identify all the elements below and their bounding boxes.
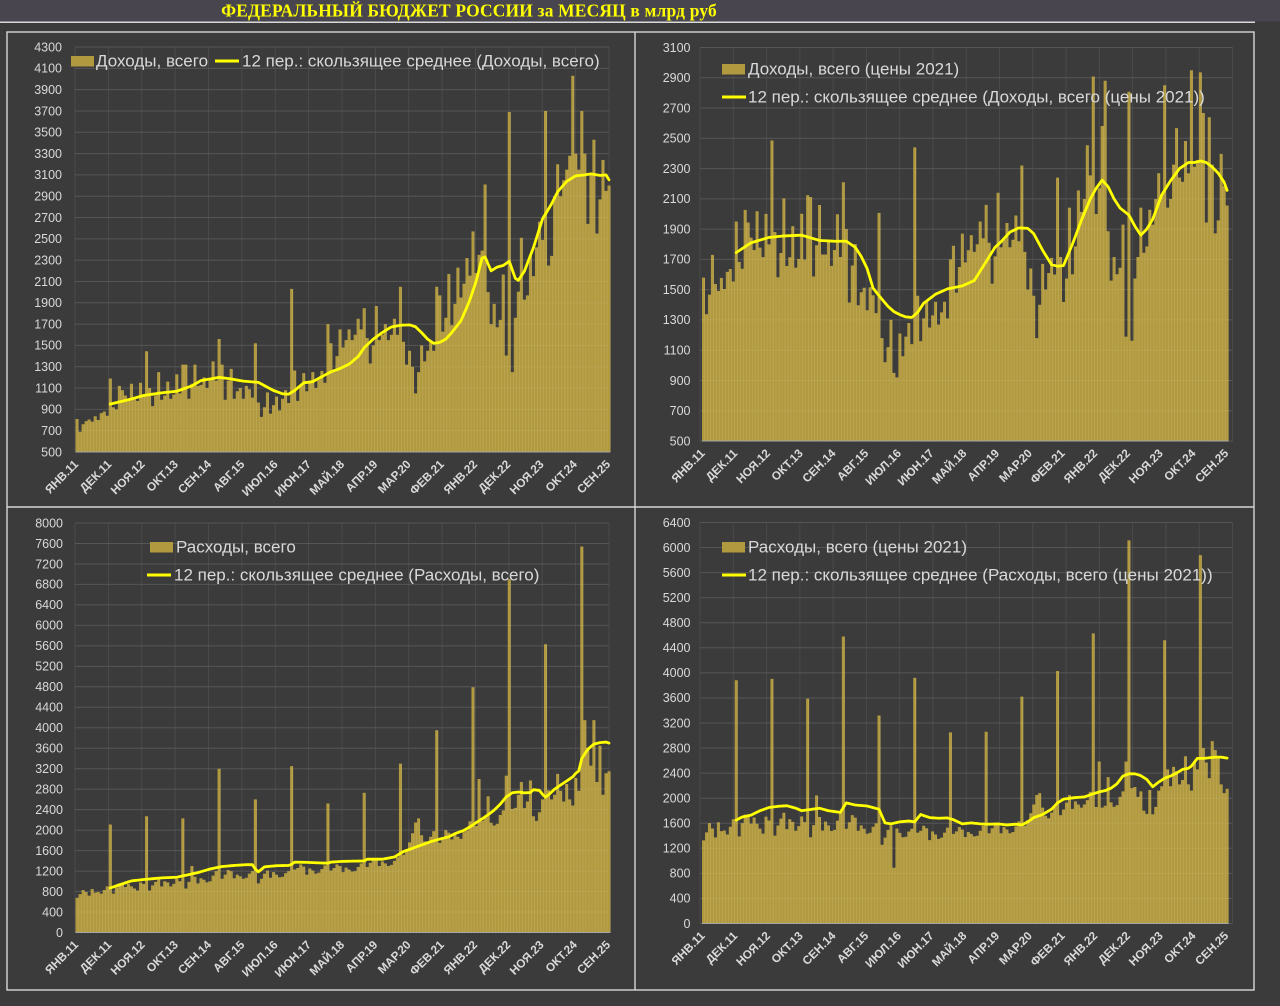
- svg-text:1600: 1600: [663, 817, 691, 831]
- svg-text:5600: 5600: [663, 566, 691, 580]
- svg-text:2900: 2900: [663, 71, 691, 85]
- svg-text:2400: 2400: [35, 803, 63, 817]
- svg-text:1200: 1200: [663, 842, 691, 856]
- svg-text:2700: 2700: [663, 101, 691, 115]
- svg-text:1700: 1700: [34, 317, 62, 331]
- svg-text:2300: 2300: [34, 253, 62, 267]
- svg-text:3200: 3200: [35, 762, 63, 776]
- svg-text:0: 0: [684, 917, 691, 931]
- svg-text:ФЕДЕРАЛЬНЫЙ БЮДЖЕТ РОССИИ за М: ФЕДЕРАЛЬНЫЙ БЮДЖЕТ РОССИИ за МЕСЯЦ в млр…: [221, 1, 717, 21]
- svg-text:6000: 6000: [663, 541, 691, 555]
- svg-text:4400: 4400: [35, 701, 63, 715]
- svg-text:2500: 2500: [34, 232, 62, 246]
- svg-text:3500: 3500: [34, 126, 62, 140]
- svg-text:1300: 1300: [34, 360, 62, 374]
- svg-text:700: 700: [41, 424, 62, 438]
- svg-text:Расходы, всего (цены 2021): Расходы, всего (цены 2021): [748, 538, 967, 557]
- svg-text:4800: 4800: [663, 616, 691, 630]
- svg-text:4100: 4100: [34, 62, 62, 76]
- svg-text:3100: 3100: [34, 168, 62, 182]
- svg-text:5200: 5200: [663, 591, 691, 605]
- svg-text:700: 700: [670, 404, 691, 418]
- svg-text:3600: 3600: [35, 742, 63, 756]
- svg-text:900: 900: [41, 403, 62, 417]
- svg-text:3100: 3100: [663, 41, 691, 55]
- svg-text:2800: 2800: [663, 741, 691, 755]
- svg-text:Доходы, всего (цены 2021): Доходы, всего (цены 2021): [748, 60, 959, 79]
- svg-text:2900: 2900: [34, 190, 62, 204]
- svg-text:2400: 2400: [663, 766, 691, 780]
- svg-text:4000: 4000: [35, 721, 63, 735]
- svg-text:500: 500: [41, 445, 62, 459]
- svg-text:800: 800: [42, 885, 63, 899]
- svg-text:6400: 6400: [663, 516, 691, 530]
- svg-text:1500: 1500: [34, 339, 62, 353]
- svg-text:4000: 4000: [663, 666, 691, 680]
- svg-text:3600: 3600: [663, 691, 691, 705]
- svg-text:4400: 4400: [663, 641, 691, 655]
- svg-text:2100: 2100: [34, 275, 62, 289]
- svg-text:2800: 2800: [35, 782, 63, 796]
- svg-text:900: 900: [670, 374, 691, 388]
- svg-text:1900: 1900: [34, 296, 62, 310]
- svg-text:7600: 7600: [35, 537, 63, 551]
- svg-text:1600: 1600: [35, 844, 63, 858]
- svg-text:3900: 3900: [34, 83, 62, 97]
- svg-text:1500: 1500: [663, 283, 691, 297]
- svg-text:3300: 3300: [34, 147, 62, 161]
- svg-text:1100: 1100: [35, 381, 62, 395]
- svg-text:Доходы, всего: Доходы, всего: [96, 52, 208, 71]
- svg-text:2700: 2700: [34, 211, 62, 225]
- svg-text:1900: 1900: [663, 222, 691, 236]
- svg-text:2000: 2000: [663, 791, 691, 805]
- svg-text:0: 0: [56, 926, 63, 940]
- svg-text:4800: 4800: [35, 680, 63, 694]
- svg-text:6400: 6400: [35, 598, 63, 612]
- svg-text:400: 400: [670, 892, 691, 906]
- svg-text:Расходы, всего: Расходы, всего: [176, 538, 296, 557]
- svg-text:500: 500: [670, 434, 691, 448]
- svg-text:2000: 2000: [35, 823, 63, 837]
- svg-text:5200: 5200: [35, 660, 63, 674]
- svg-text:5600: 5600: [35, 639, 63, 653]
- svg-text:400: 400: [42, 905, 63, 919]
- svg-text:2500: 2500: [663, 132, 691, 146]
- svg-text:7200: 7200: [35, 557, 63, 571]
- svg-text:1700: 1700: [663, 253, 691, 267]
- svg-text:6000: 6000: [35, 619, 63, 633]
- svg-text:800: 800: [670, 867, 691, 881]
- svg-text:12 пер.: скользящее среднее (Д: 12 пер.: скользящее среднее (Доходы, все…: [748, 88, 1205, 107]
- svg-text:3200: 3200: [663, 716, 691, 730]
- svg-text:2100: 2100: [663, 192, 691, 206]
- svg-text:12 пер.: скользящее среднее (Р: 12 пер.: скользящее среднее (Расходы, вс…: [748, 566, 1213, 585]
- svg-text:12 пер.: скользящее среднее (Р: 12 пер.: скользящее среднее (Расходы, вс…: [174, 566, 539, 585]
- svg-text:4300: 4300: [34, 40, 62, 54]
- svg-text:1100: 1100: [664, 343, 691, 357]
- svg-text:2300: 2300: [663, 162, 691, 176]
- svg-text:8000: 8000: [35, 516, 63, 530]
- svg-text:6800: 6800: [35, 578, 63, 592]
- svg-text:1300: 1300: [663, 313, 691, 327]
- svg-text:12 пер.: скользящее среднее (Д: 12 пер.: скользящее среднее (Доходы, все…: [242, 52, 600, 71]
- svg-text:1200: 1200: [35, 864, 63, 878]
- svg-text:3700: 3700: [34, 104, 62, 118]
